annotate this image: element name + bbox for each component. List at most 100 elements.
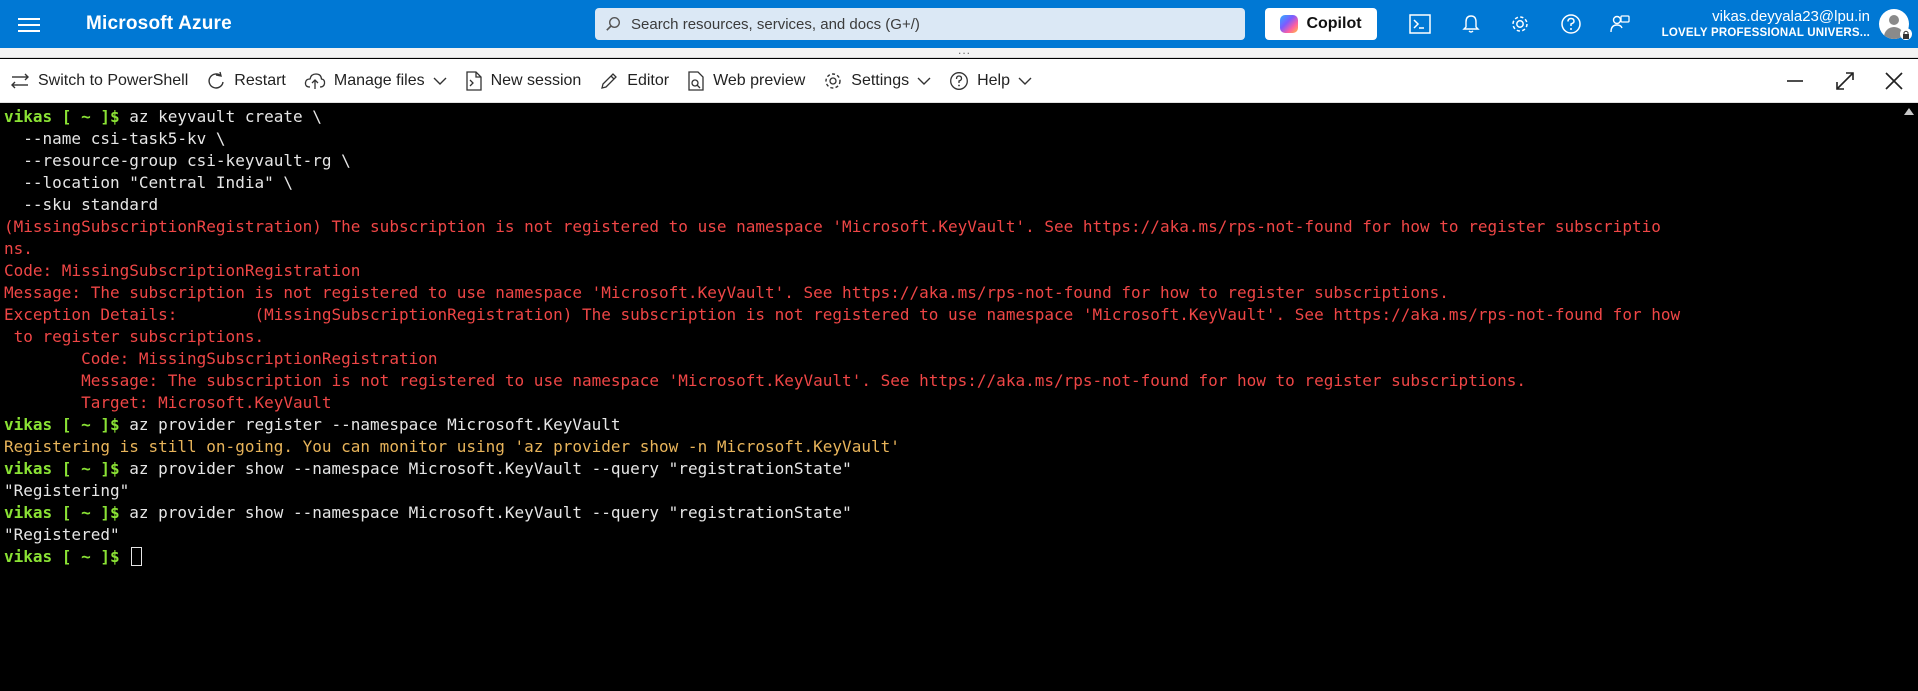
cloud-shell-toolbar: Switch to PowerShell Restart Manage file…	[0, 59, 1918, 103]
chevron-down-icon	[1018, 77, 1032, 85]
restart-button[interactable]: Restart	[197, 59, 295, 103]
terminal-line: "Registered"	[4, 524, 1900, 546]
restart-label: Restart	[234, 71, 286, 89]
drag-dots: ...	[958, 43, 972, 57]
new-session-label: New session	[490, 71, 582, 89]
lock-icon	[1900, 28, 1912, 40]
terminal-line: vikas [ ~ ]$ az provider show --namespac…	[4, 458, 1900, 480]
maximize-icon[interactable]	[1830, 66, 1860, 96]
terminal-line: Code: MissingSubscriptionRegistration	[4, 260, 1900, 282]
terminal-text: Exception Details: (MissingSubscriptionR…	[4, 305, 1681, 324]
terminal-text: to register subscriptions.	[4, 327, 265, 346]
user-email: vikas.deyyala23@lpu.in	[1712, 8, 1870, 25]
terminal-text: Target: Microsoft.KeyVault	[4, 393, 332, 412]
bell-icon[interactable]	[1458, 11, 1484, 37]
terminal-text: az provider show --namespace Microsoft.K…	[129, 503, 852, 522]
copilot-label: Copilot	[1306, 15, 1362, 32]
terminal-output[interactable]: vikas [ ~ ]$ az keyvault create \ --name…	[0, 104, 1900, 691]
terminal-text: Message: The subscription is not registe…	[4, 371, 1526, 390]
shell-prompt: vikas [ ~ ]$	[4, 547, 130, 566]
cloud-upload-icon	[304, 72, 326, 89]
terminal-text: --name csi-task5-kv \	[4, 129, 226, 148]
terminal-line: Registering is still on-going. You can m…	[4, 436, 1900, 458]
terminal-line: vikas [ ~ ]$ az provider show --namespac…	[4, 502, 1900, 524]
web-preview-label: Web preview	[713, 71, 806, 89]
help-label: Help	[977, 71, 1010, 89]
terminal-text: (MissingSubscriptionRegistration) The su…	[4, 217, 1661, 236]
terminal-line: vikas [ ~ ]$ az keyvault create \	[4, 106, 1900, 128]
terminal-line: (MissingSubscriptionRegistration) The su…	[4, 216, 1900, 238]
settings-button[interactable]: Settings	[814, 59, 940, 103]
terminal-line: Exception Details: (MissingSubscriptionR…	[4, 304, 1900, 326]
chevron-down-icon	[917, 77, 931, 85]
cloud-shell-icon[interactable]	[1407, 11, 1433, 37]
switch-arrows-icon	[11, 73, 29, 88]
scroll-up-icon[interactable]	[1904, 108, 1914, 115]
shell-prompt: vikas [ ~ ]$	[4, 503, 130, 522]
copilot-button[interactable]: Copilot	[1265, 8, 1377, 40]
terminal-line: vikas [ ~ ]$	[4, 546, 1900, 568]
azure-top-bar: Microsoft Azure Search resources, servic…	[0, 0, 1918, 48]
terminal-text: az provider show --namespace Microsoft.K…	[129, 459, 852, 478]
editor-label: Editor	[627, 71, 670, 89]
hamburger-menu-icon[interactable]	[18, 14, 40, 34]
gear-icon	[825, 72, 841, 89]
terminal-line: Target: Microsoft.KeyVault	[4, 392, 1900, 414]
terminal-text: Code: MissingSubscriptionRegistration	[4, 349, 438, 368]
portal-brand[interactable]: Microsoft Azure	[86, 13, 232, 35]
new-session-button[interactable]: New session	[456, 59, 591, 103]
switch-to-powershell-label: Switch to PowerShell	[38, 71, 189, 89]
terminal-text: ns.	[4, 239, 33, 258]
terminal-text: --location "Central India" \	[4, 173, 293, 192]
user-organization: LOVELY PROFESSIONAL UNIVERS...	[1661, 27, 1870, 39]
account-info[interactable]: vikas.deyyala23@lpu.in LOVELY PROFESSION…	[1662, 8, 1870, 39]
new-session-icon	[465, 70, 482, 91]
feedback-icon[interactable]	[1607, 11, 1633, 37]
terminal-text: "Registering"	[4, 481, 130, 500]
terminal-scrollbar[interactable]	[1900, 104, 1918, 691]
terminal-line: "Registering"	[4, 480, 1900, 502]
gear-icon[interactable]	[1507, 11, 1533, 37]
search-placeholder: Search resources, services, and docs (G+…	[631, 15, 920, 33]
close-icon[interactable]	[1879, 66, 1909, 96]
terminal-line: --sku standard	[4, 194, 1900, 216]
copilot-logo-icon	[1280, 15, 1299, 33]
web-preview-icon	[688, 70, 704, 91]
help-icon	[950, 71, 969, 90]
restart-icon	[208, 71, 224, 89]
help-icon[interactable]	[1558, 11, 1584, 37]
terminal-text: --resource-group csi-keyvault-rg \	[4, 151, 351, 170]
terminal-line: --name csi-task5-kv \	[4, 128, 1900, 150]
search-icon	[595, 16, 631, 32]
terminal-line: vikas [ ~ ]$ az provider register --name…	[4, 414, 1900, 436]
shell-resize-handle[interactable]: ...	[0, 43, 1918, 58]
shell-prompt: vikas [ ~ ]$	[4, 415, 130, 434]
terminal-line: Code: MissingSubscriptionRegistration	[4, 348, 1900, 370]
terminal-text: az keyvault create \	[129, 107, 322, 126]
chevron-down-icon	[433, 77, 447, 85]
global-search-input[interactable]: Search resources, services, and docs (G+…	[595, 8, 1245, 40]
shell-prompt: vikas [ ~ ]$	[4, 459, 130, 478]
terminal-line: --resource-group csi-keyvault-rg \	[4, 150, 1900, 172]
shell-prompt: vikas [ ~ ]$	[4, 107, 130, 126]
settings-label: Settings	[851, 71, 910, 89]
manage-files-label: Manage files	[333, 71, 425, 89]
help-button[interactable]: Help	[940, 59, 1041, 103]
terminal-text: --sku standard	[4, 195, 159, 214]
minimize-icon[interactable]	[1780, 66, 1810, 96]
terminal-line: Message: The subscription is not registe…	[4, 370, 1900, 392]
switch-to-powershell-button[interactable]: Switch to PowerShell	[0, 59, 197, 103]
terminal-text: Code: MissingSubscriptionRegistration	[4, 261, 361, 280]
terminal-text: "Registered"	[4, 525, 120, 544]
editor-button[interactable]: Editor	[590, 59, 678, 103]
web-preview-button[interactable]: Web preview	[678, 59, 814, 103]
terminal-cursor[interactable]	[131, 547, 143, 566]
terminal-text: az provider register --namespace Microso…	[129, 415, 621, 434]
terminal-line: --location "Central India" \	[4, 172, 1900, 194]
terminal-text: Registering is still on-going. You can m…	[4, 437, 900, 456]
manage-files-button[interactable]: Manage files	[295, 59, 456, 103]
pencil-icon	[601, 72, 618, 89]
terminal-line: to register subscriptions.	[4, 326, 1900, 348]
terminal-line: ns.	[4, 238, 1900, 260]
terminal-line: Message: The subscription is not registe…	[4, 282, 1900, 304]
